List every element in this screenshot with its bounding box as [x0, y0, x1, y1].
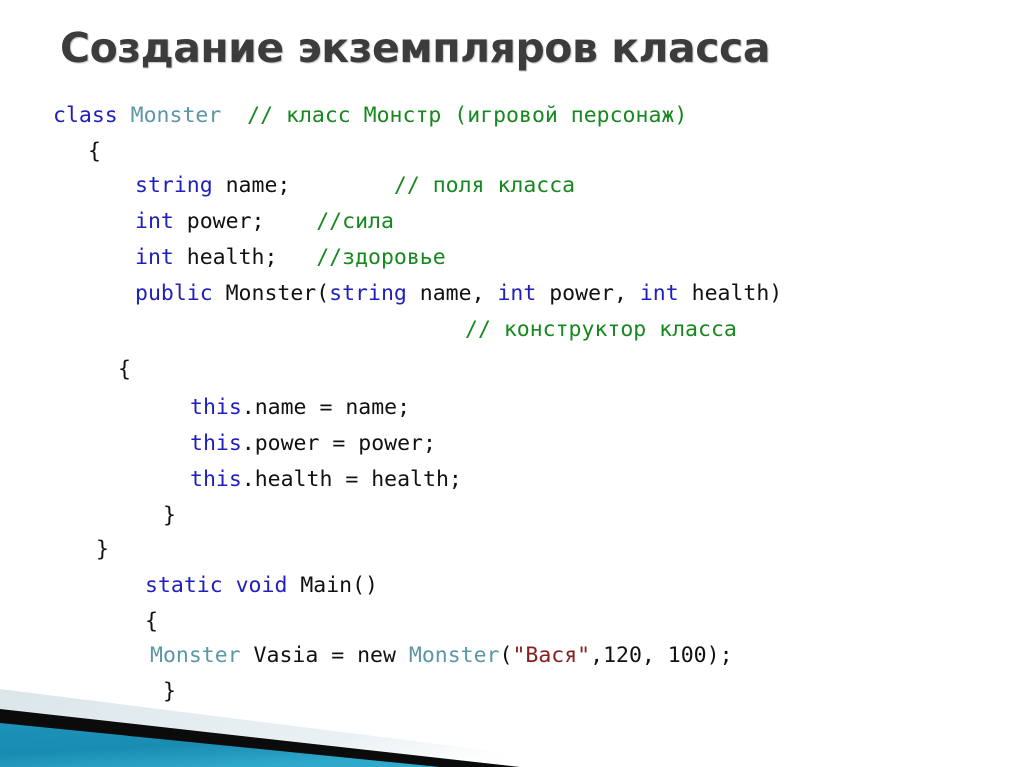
- code-token: {: [118, 357, 131, 382]
- line-main-open-brace: {: [0, 604, 1024, 638]
- line-ctor-comment: // конструктор класса: [0, 312, 1024, 352]
- code-token: // конструктор класса: [465, 317, 737, 342]
- code-token: string: [329, 281, 407, 306]
- code-token: ,120, 100);: [590, 643, 733, 668]
- line-class-decl: class Monster // класс Монстр (игровой п…: [0, 98, 1024, 134]
- code-token: public: [135, 281, 213, 306]
- code-token: this: [190, 395, 242, 420]
- code-token: }: [163, 679, 176, 704]
- code-token: this: [190, 467, 242, 492]
- code-token: .name = name;: [241, 395, 411, 420]
- code-token: .power = power;: [241, 431, 436, 456]
- code-token: power;: [173, 209, 317, 234]
- code-token: int: [135, 209, 174, 234]
- code-token: }: [96, 537, 109, 562]
- code-token: int: [497, 281, 537, 306]
- code-token: {: [88, 139, 101, 164]
- code-token: .health = health;: [241, 467, 462, 492]
- line-class-open-brace: {: [0, 134, 1024, 168]
- code-token: health): [678, 281, 783, 306]
- line-ctor-close-brace: }: [0, 498, 1024, 532]
- code-token: {: [145, 609, 158, 634]
- code-listing: class Monster // класс Монстр (игровой п…: [0, 98, 1024, 710]
- code-token: //здоровье: [316, 245, 446, 270]
- code-token: power,: [536, 281, 640, 306]
- black-band: [0, 709, 520, 767]
- line-field-name: string name; // поля класса: [0, 168, 1024, 204]
- line-main-signature: static void Main(): [0, 568, 1024, 604]
- code-token: // класс Монстр (игровой персонаж): [247, 103, 688, 128]
- code-token: Main(): [287, 573, 378, 598]
- line-ctor-signature: public Monster(string name, int power, i…: [0, 276, 1024, 312]
- code-token: (: [499, 643, 513, 668]
- line-assign-power: this.power = power;: [0, 426, 1024, 462]
- line-assign-name: this.name = name;: [0, 390, 1024, 426]
- page-title: Создание экземпляров класса: [60, 24, 771, 72]
- code-token: Monster: [130, 103, 222, 128]
- code-token: health;: [173, 245, 317, 270]
- code-token: class: [53, 103, 131, 128]
- presentation-slide: Создание экземпляров класса class Monste…: [0, 0, 1024, 767]
- code-token: }: [163, 503, 176, 528]
- code-token: name,: [406, 281, 498, 306]
- code-token: int: [135, 245, 174, 270]
- line-new-monster: Monster Vasia = new Monster("Вася",120, …: [0, 638, 1024, 674]
- code-token: int: [639, 281, 679, 306]
- code-token: // поля класса: [393, 173, 576, 198]
- line-ctor-open-brace: {: [0, 352, 1024, 390]
- code-token: name;: [212, 173, 394, 198]
- line-field-power: int power; //сила: [0, 204, 1024, 240]
- code-token: this: [190, 431, 242, 456]
- code-token: Vasia = new: [240, 643, 409, 668]
- teal-band: [0, 723, 440, 767]
- line-class-close-brace: }: [0, 532, 1024, 568]
- line-main-close-brace: }: [0, 674, 1024, 710]
- code-token: static void: [145, 573, 288, 598]
- code-token: "Вася": [512, 643, 591, 668]
- code-token: //сила: [316, 209, 394, 234]
- code-token: Monster: [150, 643, 241, 668]
- code-token: string: [135, 173, 213, 198]
- code-token: Monster(: [212, 281, 330, 306]
- line-field-health: int health; //здоровье: [0, 240, 1024, 276]
- code-token: Monster: [408, 643, 500, 668]
- line-assign-health: this.health = health;: [0, 462, 1024, 498]
